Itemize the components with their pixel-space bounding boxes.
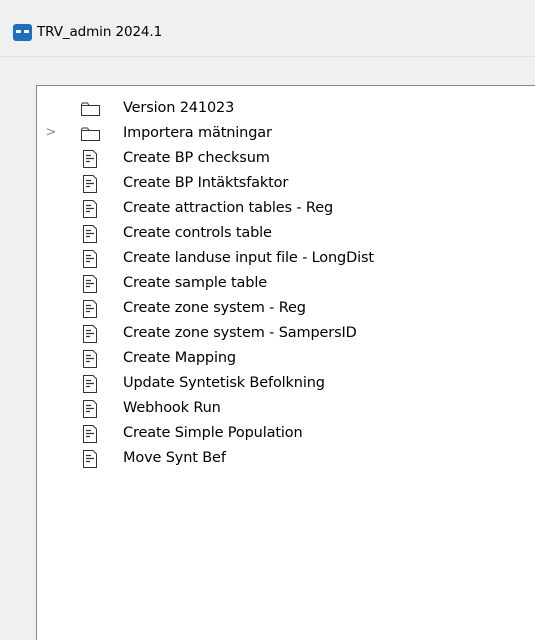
tree-item-label: Create Mapping xyxy=(123,350,236,366)
document-icon xyxy=(83,350,97,368)
document-icon xyxy=(83,175,97,193)
tree-folder-item[interactable]: Version 241023 xyxy=(37,96,535,121)
tree-item-label: Create attraction tables - Reg xyxy=(123,200,334,216)
document-icon xyxy=(83,150,97,168)
tree-item-label: Create BP checksum xyxy=(123,150,270,166)
tree-item-label: Create BP Intäktsfaktor xyxy=(123,175,289,191)
tree-item-label: Create sample table xyxy=(123,275,267,291)
document-icon xyxy=(83,250,97,268)
tree-item-label: Move Synt Bef xyxy=(123,450,226,466)
document-icon xyxy=(83,450,97,468)
tree-item-label: Version 241023 xyxy=(123,100,235,116)
tree-item-label: Create Simple Population xyxy=(123,425,303,441)
tree-item-label: Create landuse input file - LongDist xyxy=(123,250,374,266)
tree-script-item[interactable]: Create attraction tables - Reg xyxy=(37,196,535,221)
tree-script-item[interactable]: Move Synt Bef xyxy=(37,446,535,471)
tree-item-label: Create zone system - Reg xyxy=(123,300,306,316)
tree-view[interactable]: Version 241023 > Importera mätningar Cre… xyxy=(36,85,535,640)
tree-script-item[interactable]: Create zone system - SampersID xyxy=(37,321,535,346)
tree-script-item[interactable]: Create zone system - Reg xyxy=(37,296,535,321)
tree-item-label: Importera mätningar xyxy=(123,125,272,141)
tree-script-item[interactable]: Create landuse input file - LongDist xyxy=(37,246,535,271)
document-icon xyxy=(83,275,97,293)
tree-folder-item[interactable]: > Importera mätningar xyxy=(37,121,535,146)
tree-script-item[interactable]: Create BP Intäktsfaktor xyxy=(37,171,535,196)
folder-icon xyxy=(81,127,100,141)
tree-script-item[interactable]: Create sample table xyxy=(37,271,535,296)
tree-script-item[interactable]: Create controls table xyxy=(37,221,535,246)
title-bar: TRV_admin 2024.1 xyxy=(0,0,535,57)
tree-item-label: Webhook Run xyxy=(123,400,221,416)
document-icon xyxy=(83,300,97,318)
tree-item-label: Create controls table xyxy=(123,225,272,241)
tree-script-item[interactable]: Create Mapping xyxy=(37,346,535,371)
document-icon xyxy=(83,200,97,218)
chevron-right-icon[interactable]: > xyxy=(45,124,57,142)
tree-script-item[interactable]: Create Simple Population xyxy=(37,421,535,446)
document-icon xyxy=(83,400,97,418)
document-icon xyxy=(83,425,97,443)
tree-item-label: Create zone system - SampersID xyxy=(123,325,357,341)
tree-script-item[interactable]: Webhook Run xyxy=(37,396,535,421)
tree-script-item[interactable]: Create BP checksum xyxy=(37,146,535,171)
document-icon xyxy=(83,225,97,243)
app-icon xyxy=(13,24,32,41)
window-title: TRV_admin 2024.1 xyxy=(37,24,163,40)
document-icon xyxy=(83,325,97,343)
folder-icon xyxy=(81,102,100,116)
tree-script-item[interactable]: Update Syntetisk Befolkning xyxy=(37,371,535,396)
tree-item-label: Update Syntetisk Befolkning xyxy=(123,375,325,391)
document-icon xyxy=(83,375,97,393)
